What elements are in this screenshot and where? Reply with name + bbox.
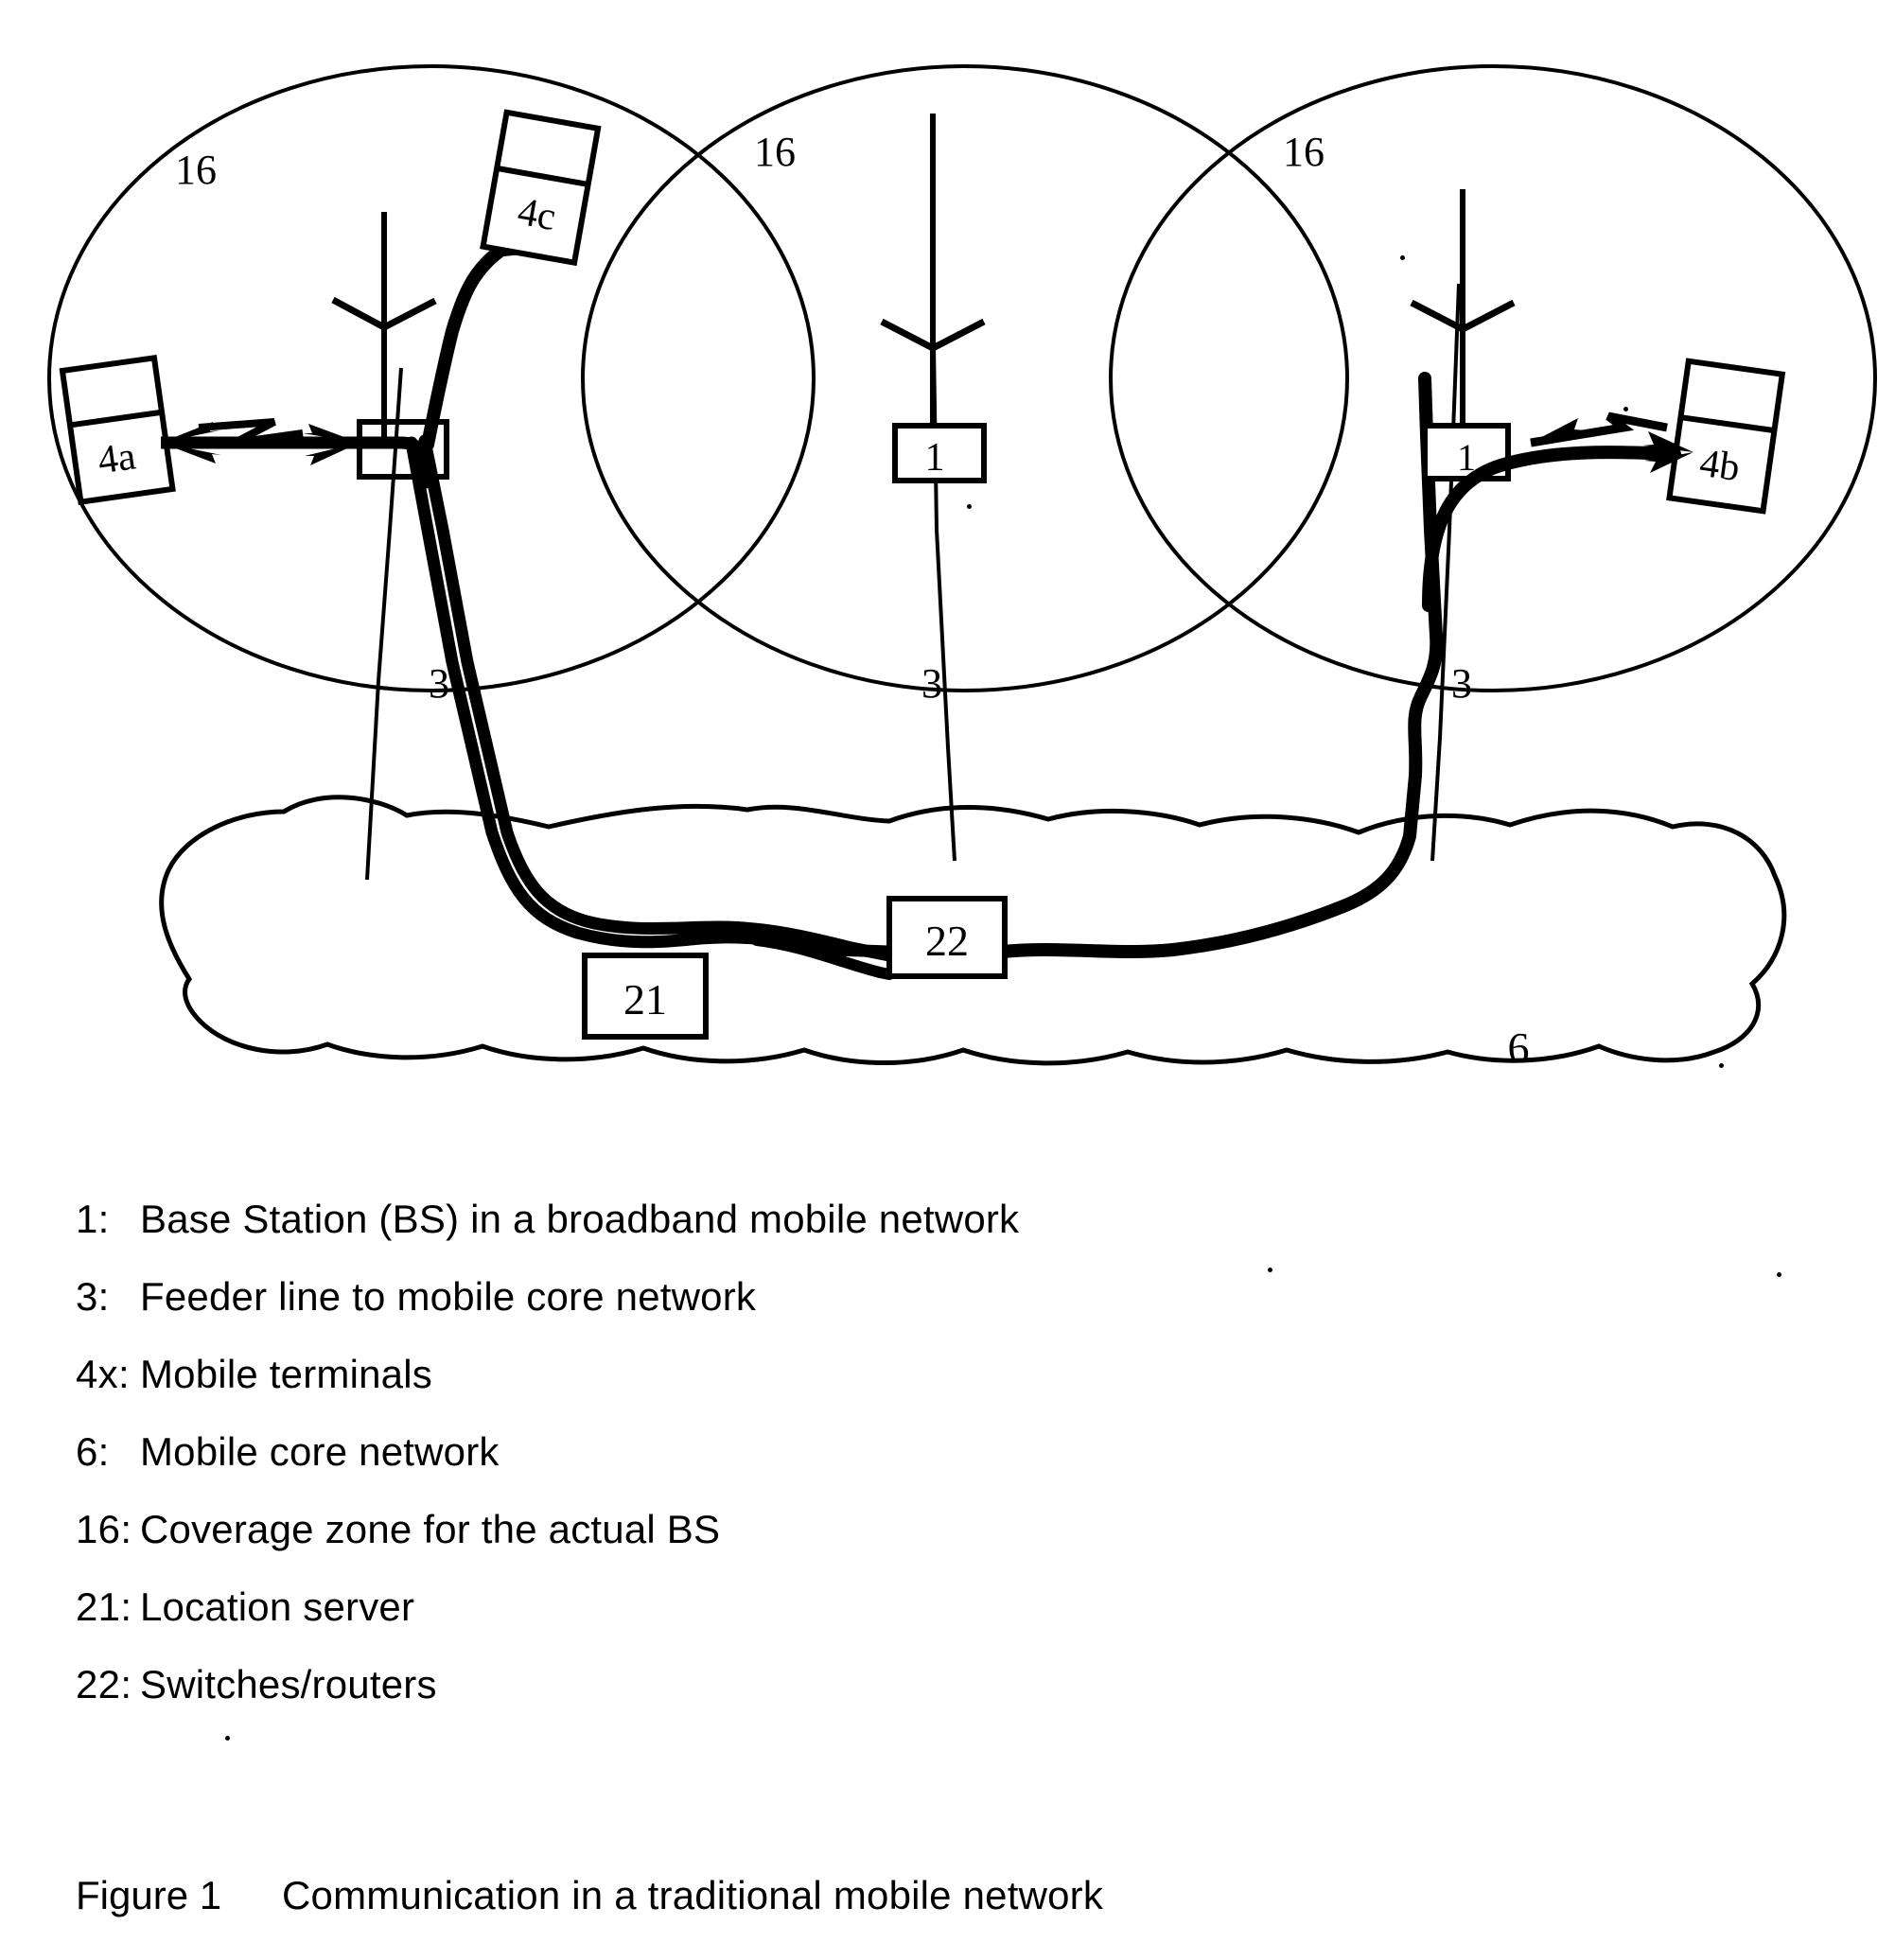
- terminal-4c[interactable]: 4c: [480, 109, 602, 267]
- terminal-4b-label: 4b: [1697, 442, 1743, 490]
- location-server-label: 21: [623, 975, 667, 1024]
- legend-description: Coverage zone for the actual BS: [140, 1507, 721, 1551]
- bearer-path-right-bundle: [996, 372, 1444, 958]
- radio-link-4b: [1530, 411, 1693, 473]
- coverage-zone-right-label: 16: [1283, 129, 1325, 175]
- scan-speck: [1719, 1063, 1724, 1068]
- legend-description: Mobile terminals: [140, 1352, 432, 1396]
- figure-container: 16 16 16 3 3 3 6 1 1 4a 4b 4c 21 22 1: B…: [0, 0, 1895, 1960]
- scan-speck: [1623, 407, 1628, 411]
- legend-description: Feeder line to mobile core network: [140, 1274, 757, 1319]
- switch-router-label: 22: [925, 917, 969, 965]
- mobile-core-network-label: 6: [1508, 1024, 1530, 1072]
- terminal-4a[interactable]: 4a: [59, 354, 176, 506]
- legend-item: 3: Feeder line to mobile core network: [0, 1274, 1895, 1352]
- base-station-center-label: 1: [925, 436, 945, 480]
- feeder-line-center: 3: [921, 285, 956, 862]
- feeder-line-right-label: 3: [1451, 660, 1472, 707]
- coverage-zone-center-label: 16: [754, 129, 796, 175]
- terminal-4c-label: 4c: [515, 190, 559, 239]
- legend-key: 16:: [76, 1507, 132, 1551]
- radio-link-4a: [161, 418, 360, 465]
- feeder-line-left-label: 3: [429, 660, 449, 707]
- legend-item: 6: Mobile core network: [0, 1429, 1895, 1507]
- legend-key: 3:: [76, 1274, 110, 1319]
- base-station-right[interactable]: 1: [1410, 189, 1516, 481]
- legend-list: 1: Base Station (BS) in a broadband mobi…: [0, 1197, 1895, 1740]
- scan-speck: [1400, 255, 1405, 260]
- bearer-path-left-bundle: [405, 434, 896, 962]
- legend-item: 16: Coverage zone for the actual BS: [0, 1507, 1895, 1584]
- legend-description: Base Station (BS) in a broadband mobile …: [140, 1197, 1020, 1241]
- terminal-4a-label: 4a: [96, 434, 139, 482]
- feeder-line-center-label: 3: [921, 660, 942, 707]
- legend-description: Mobile core network: [140, 1429, 500, 1474]
- legend-item: 1: Base Station (BS) in a broadband mobi…: [0, 1197, 1895, 1274]
- base-station-center[interactable]: 1: [880, 114, 987, 483]
- figure-caption: Figure 1 Communication in a traditional …: [0, 1873, 1895, 1918]
- legend-item: 22: Switches/routers: [0, 1662, 1895, 1740]
- coverage-zone-left-label: 16: [175, 147, 217, 193]
- location-server-node[interactable]: 21: [582, 953, 709, 1040]
- legend-item: 21: Location server: [0, 1584, 1895, 1662]
- network-diagram: 16 16 16 3 3 3 6 1 1 4a 4b 4c 21 22: [47, 64, 1877, 1072]
- legend-key: 6:: [76, 1429, 110, 1474]
- terminal-4b[interactable]: 4b: [1666, 358, 1786, 515]
- legend-description: Location server: [140, 1584, 415, 1629]
- legend-key: 22:: [76, 1662, 132, 1706]
- figure-title: Communication in a traditional mobile ne…: [282, 1873, 1104, 1917]
- figure-number: Figure 1: [76, 1873, 222, 1917]
- scan-speck: [967, 504, 972, 509]
- legend-key: 1:: [76, 1197, 110, 1241]
- coverage-zone-center: 16: [581, 64, 1349, 692]
- bearer-path-to-4c: [421, 230, 530, 451]
- legend-item: 4x: Mobile terminals: [0, 1352, 1895, 1429]
- coverage-zone-left: 16: [47, 64, 816, 692]
- legend-key: 4x:: [76, 1352, 130, 1396]
- legend-key: 21:: [76, 1584, 132, 1629]
- switch-router-node[interactable]: 22: [886, 896, 1008, 979]
- legend-description: Switches/routers: [140, 1662, 437, 1706]
